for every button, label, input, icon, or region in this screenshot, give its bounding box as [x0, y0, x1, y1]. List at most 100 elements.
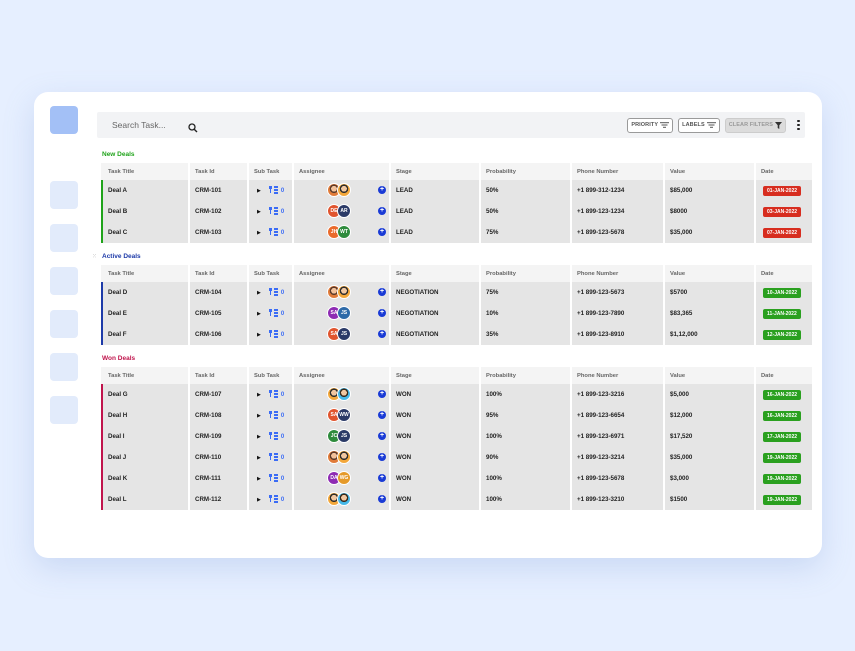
expand-caret-icon[interactable]: ▶ [257, 455, 261, 461]
column-header-probability[interactable]: Probability [481, 367, 570, 384]
table-row[interactable]: Deal K CRM-111 ▶ 0 DA WG + WON 100% +1 899-123-56… [101, 468, 814, 489]
add-assignee-icon[interactable]: + [378, 495, 386, 503]
table-row[interactable]: Deal F CRM-106 ▶ 0 SA JS + NEGOTIATION 35% +1 899… [101, 324, 814, 345]
column-header-task-title[interactable]: Task Title [101, 163, 188, 180]
table-row[interactable]: Deal E CRM-105 ▶ 0 SA JS + NEGOTIATION 10% +1 899… [101, 303, 814, 324]
sidebar-item[interactable] [50, 353, 78, 381]
sub-task-cell[interactable]: ▶ 0 [249, 201, 292, 222]
sub-task-cell[interactable]: ▶ 0 [249, 180, 292, 201]
sub-task-cell[interactable]: ▶ 0 [249, 282, 292, 303]
column-header-task-title[interactable]: Task Title [101, 367, 188, 384]
table-row[interactable]: Deal A CRM-101 ▶ 0 + LEAD 50% +1 899-312-1234 $8… [101, 180, 814, 201]
sub-task-cell[interactable]: ▶ 0 [249, 384, 292, 405]
column-header-date[interactable]: Date [756, 367, 812, 384]
column-header-phone-number[interactable]: Phone Number [572, 265, 663, 282]
column-header-stage[interactable]: Stage [391, 265, 479, 282]
avatar[interactable] [337, 285, 351, 299]
column-header-task-id[interactable]: Task Id [190, 367, 247, 384]
expand-caret-icon[interactable]: ▶ [257, 413, 261, 419]
avatar[interactable] [337, 387, 351, 401]
add-assignee-icon[interactable]: + [378, 288, 386, 296]
task-title-cell[interactable]: Deal E [101, 303, 188, 324]
expand-caret-icon[interactable]: ▶ [257, 434, 261, 440]
avatar[interactable] [337, 183, 351, 197]
assignee-cell[interactable]: SA JS + [294, 303, 389, 324]
column-header-sub-task[interactable]: Sub Task [249, 367, 292, 384]
column-header-sub-task[interactable]: Sub Task [249, 265, 292, 282]
more-options-icon[interactable] [797, 119, 801, 131]
assignee-cell[interactable]: + [294, 489, 389, 510]
sub-task-cell[interactable]: ▶ 0 [249, 489, 292, 510]
sub-task-cell[interactable]: ▶ 0 [249, 324, 292, 345]
add-assignee-icon[interactable]: + [378, 228, 386, 236]
sidebar-item[interactable] [50, 396, 78, 424]
column-header-assignee[interactable]: Assignee [294, 367, 389, 384]
assignee-cell[interactable]: + [294, 282, 389, 303]
column-header-date[interactable]: Date [756, 163, 812, 180]
column-header-task-id[interactable]: Task Id [190, 265, 247, 282]
column-header-assignee[interactable]: Assignee [294, 265, 389, 282]
table-row[interactable]: Deal L CRM-112 ▶ 0 + WON 100% +1 899-123-3210 $1… [101, 489, 814, 510]
task-title-cell[interactable]: Deal D [101, 282, 188, 303]
add-assignee-icon[interactable]: + [378, 453, 386, 461]
assignee-cell[interactable]: SA JS + [294, 324, 389, 345]
column-header-value[interactable]: Value [665, 163, 754, 180]
sidebar-item[interactable] [50, 224, 78, 252]
avatar[interactable]: WW [337, 408, 351, 422]
clear-filters-button[interactable]: CLEAR FILTERS [724, 117, 786, 133]
expand-caret-icon[interactable]: ▶ [257, 188, 261, 194]
add-assignee-icon[interactable]: + [378, 207, 386, 215]
task-title-cell[interactable]: Deal C [101, 222, 188, 243]
avatar[interactable]: WT [337, 225, 351, 239]
assignee-cell[interactable]: + [294, 384, 389, 405]
column-header-probability[interactable]: Probability [481, 265, 570, 282]
sidebar-item[interactable] [50, 181, 78, 209]
assignee-cell[interactable]: DA WG + [294, 468, 389, 489]
search-icon[interactable] [188, 120, 199, 132]
sub-task-cell[interactable]: ▶ 0 [249, 303, 292, 324]
sub-task-cell[interactable]: ▶ 0 [249, 468, 292, 489]
assignee-cell[interactable]: JC JS + [294, 426, 389, 447]
drag-handle-icon[interactable]: ⁙ [92, 253, 97, 260]
column-header-value[interactable]: Value [665, 367, 754, 384]
column-header-phone-number[interactable]: Phone Number [572, 163, 663, 180]
column-header-sub-task[interactable]: Sub Task [249, 163, 292, 180]
add-assignee-icon[interactable]: + [378, 432, 386, 440]
task-title-cell[interactable]: Deal G [101, 384, 188, 405]
sub-task-cell[interactable]: ▶ 0 [249, 222, 292, 243]
sub-task-cell[interactable]: ▶ 0 [249, 426, 292, 447]
add-assignee-icon[interactable]: + [378, 474, 386, 482]
column-header-date[interactable]: Date [756, 265, 812, 282]
add-assignee-icon[interactable]: + [378, 330, 386, 338]
expand-caret-icon[interactable]: ▶ [257, 392, 261, 398]
task-title-cell[interactable]: Deal L [101, 489, 188, 510]
sub-task-cell[interactable]: ▶ 0 [249, 405, 292, 426]
table-row[interactable]: Deal G CRM-107 ▶ 0 + WON 100% +1 899-123-3216 $5… [101, 384, 814, 405]
table-row[interactable]: Deal I CRM-109 ▶ 0 JC JS + WON 100% +1 899-123-69… [101, 426, 814, 447]
expand-caret-icon[interactable]: ▶ [257, 230, 261, 236]
assignee-cell[interactable]: + [294, 447, 389, 468]
add-assignee-icon[interactable]: + [378, 390, 386, 398]
sub-task-cell[interactable]: ▶ 0 [249, 447, 292, 468]
avatar[interactable]: JS [337, 327, 351, 341]
column-header-probability[interactable]: Probability [481, 163, 570, 180]
table-row[interactable]: Deal J CRM-110 ▶ 0 + WON 90% +1 899-123-3214 $35… [101, 447, 814, 468]
task-title-cell[interactable]: Deal I [101, 426, 188, 447]
assignee-cell[interactable]: + [294, 180, 389, 201]
column-header-phone-number[interactable]: Phone Number [572, 367, 663, 384]
column-header-value[interactable]: Value [665, 265, 754, 282]
avatar[interactable] [337, 450, 351, 464]
avatar[interactable]: JS [337, 306, 351, 320]
expand-caret-icon[interactable]: ▶ [257, 290, 261, 296]
assignee-cell[interactable]: DE AR + [294, 201, 389, 222]
assignee-cell[interactable]: JH WT + [294, 222, 389, 243]
sidebar-item[interactable] [50, 267, 78, 295]
add-assignee-icon[interactable]: + [378, 309, 386, 317]
task-title-cell[interactable]: Deal F [101, 324, 188, 345]
priority-filter-button[interactable]: PRIORITY [627, 117, 674, 133]
expand-caret-icon[interactable]: ▶ [257, 209, 261, 215]
expand-caret-icon[interactable]: ▶ [257, 476, 261, 482]
table-row[interactable]: Deal H CRM-108 ▶ 0 SA WW + WON 95% +1 899-123-665… [101, 405, 814, 426]
expand-caret-icon[interactable]: ▶ [257, 332, 261, 338]
table-row[interactable]: Deal B CRM-102 ▶ 0 DE AR + LEAD 50% +1 899-123-12… [101, 201, 814, 222]
